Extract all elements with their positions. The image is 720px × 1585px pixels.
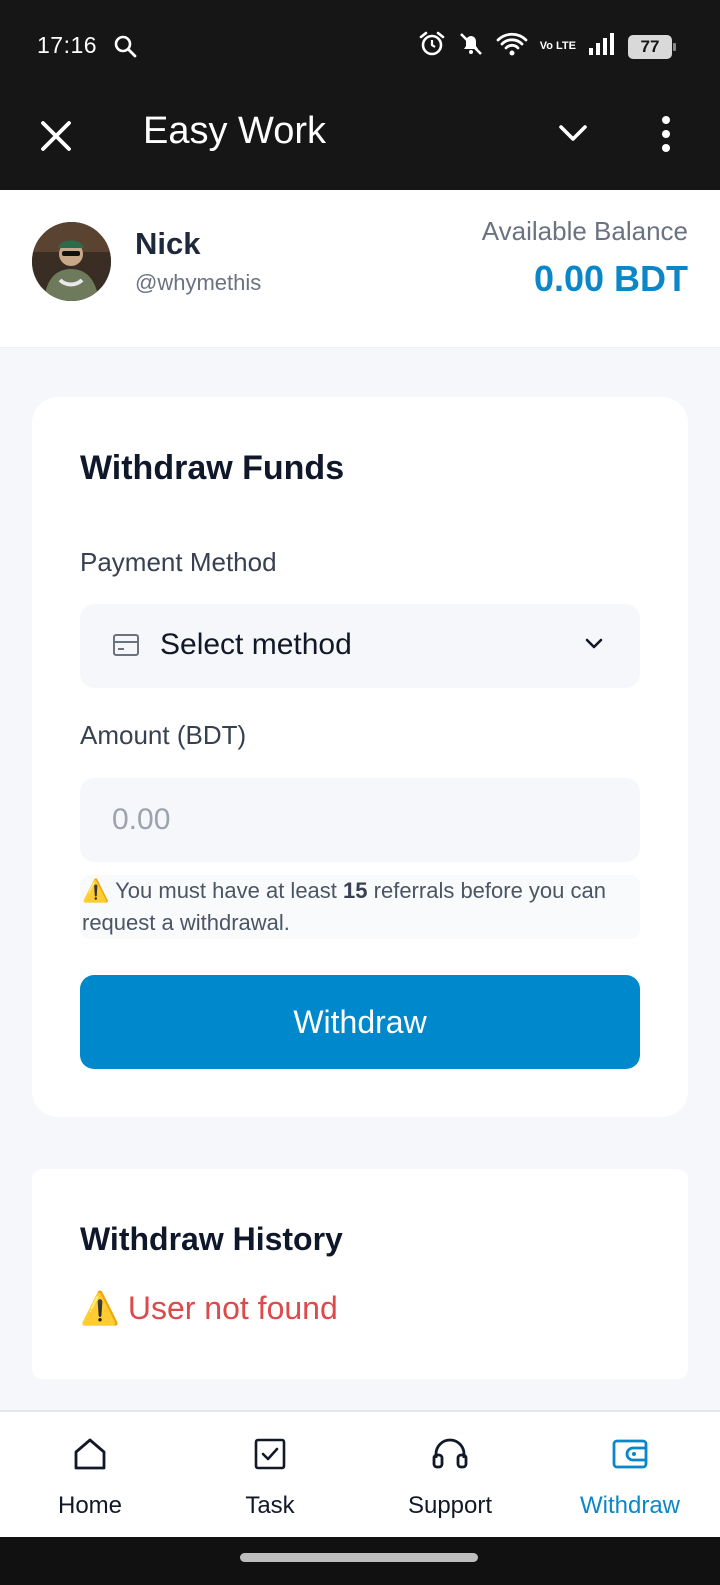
bottom-nav: Home Task Support Withdraw (0, 1410, 720, 1537)
nav-label: Support (407, 1492, 493, 1519)
nav-item-task[interactable]: Task (180, 1412, 360, 1537)
nav-label: Task (245, 1492, 295, 1519)
alarm-icon (418, 30, 446, 63)
nav-item-support[interactable]: Support (360, 1412, 540, 1537)
home-icon (72, 1436, 108, 1477)
nav-item-home[interactable]: Home (0, 1412, 180, 1537)
muted-bell-icon (458, 31, 484, 62)
signal-icon (588, 31, 616, 62)
user-handle: @whymethis (135, 270, 262, 295)
nav-label: Home (57, 1492, 123, 1519)
history-title: Withdraw History (80, 1221, 343, 1257)
chevron-down-icon[interactable] (558, 118, 588, 153)
app-title: Easy Work (143, 110, 327, 152)
avatar (32, 222, 111, 301)
search-icon (113, 34, 137, 63)
status-icons: Vo LTE 77 (418, 30, 676, 63)
payment-method-value: Select method (160, 628, 352, 661)
history-error-text: User not found (127, 1289, 338, 1326)
withdraw-card: Withdraw Funds Payment Method Select met… (32, 397, 688, 1117)
amount-input[interactable] (80, 778, 640, 862)
battery-icon: 77 (628, 34, 676, 59)
nav-item-withdraw[interactable]: Withdraw (540, 1412, 720, 1537)
volte-indicator: Vo LTE (539, 40, 576, 52)
balance-label: Available Balance (481, 216, 688, 246)
withdraw-history-card: Withdraw History ⚠️ User not found (32, 1169, 688, 1379)
close-icon[interactable] (36, 116, 76, 156)
history-error: ⚠️ User not found (80, 1289, 338, 1327)
payment-method-label: Payment Method (80, 547, 277, 577)
status-time: 17:16 (37, 32, 98, 58)
task-icon (252, 1436, 288, 1477)
more-options-icon[interactable] (660, 114, 672, 159)
card-title: Withdraw Funds (80, 449, 345, 487)
wallet-icon (611, 1436, 649, 1477)
withdraw-button[interactable]: Withdraw (80, 975, 640, 1069)
gesture-bar (0, 1537, 720, 1585)
amount-label: Amount (BDT) (80, 720, 247, 750)
app-bar: Easy Work (0, 92, 720, 190)
notice-text-before: You must have at least (115, 878, 337, 903)
balance-value: 0.00 BDT (533, 258, 688, 299)
wifi-icon (496, 31, 528, 62)
notice-referral-count: 15 (343, 878, 368, 903)
headset-icon (431, 1436, 469, 1477)
card-icon (112, 632, 140, 663)
chevron-down-icon (584, 636, 604, 657)
warning-icon: ⚠️ (80, 1290, 120, 1326)
payment-method-select[interactable]: Select method (80, 604, 640, 688)
status-bar: 17:16 Vo LTE 77 (0, 0, 720, 92)
nav-label: Withdraw (579, 1492, 681, 1519)
referral-notice: ⚠️ You must have at least 15 referrals b… (80, 875, 640, 939)
profile-header: Nick @whymethis Available Balance 0.00 B… (0, 190, 720, 348)
warning-icon: ⚠️ (82, 878, 110, 903)
home-gesture-handle[interactable] (240, 1553, 478, 1562)
user-name: Nick (135, 226, 201, 261)
